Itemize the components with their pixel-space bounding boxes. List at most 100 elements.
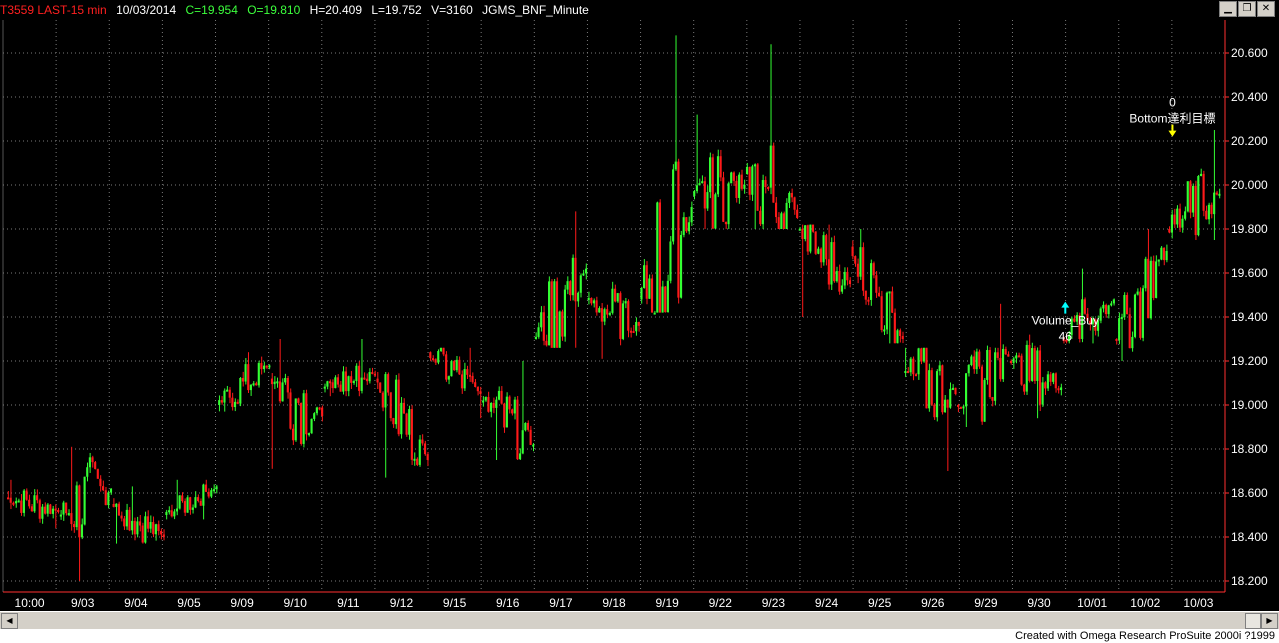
price-bar-body	[1213, 192, 1216, 215]
x-tick-label: 9/19	[655, 596, 679, 610]
price-bar-body	[123, 518, 126, 527]
price-bar-body	[598, 308, 601, 313]
price-bar-body	[476, 386, 479, 392]
price-bar-body	[379, 382, 382, 393]
price-bar-body	[1207, 204, 1210, 220]
price-bar-body	[577, 292, 580, 302]
x-tick-label: 9/09	[230, 596, 254, 610]
price-bar-body	[1139, 291, 1142, 338]
price-bar-body	[611, 288, 614, 313]
chart-header: T3559 LAST-15 min 10/03/2014 C=19.954 O=…	[0, 0, 1226, 20]
price-bar-body	[526, 422, 530, 430]
price-bar-body	[872, 263, 875, 276]
strategy-name: JGMS_BNF_Minute	[482, 3, 589, 17]
price-bar-body	[550, 281, 553, 348]
price-bar-body	[373, 373, 376, 376]
price-bar-body	[814, 231, 817, 254]
price-bar-body	[991, 397, 994, 401]
price-bar-body	[503, 403, 506, 428]
price-bar-body	[294, 398, 297, 441]
price-bar-body	[988, 350, 991, 398]
price-bar-body	[236, 401, 239, 404]
price-bar-body	[534, 336, 537, 339]
price-bar-body	[1033, 348, 1036, 381]
price-bar-body	[405, 413, 408, 435]
price-bar-body	[917, 348, 920, 375]
y-tick-label: 19.000	[1231, 398, 1268, 412]
price-bar-body	[938, 365, 941, 372]
price-bar-body	[949, 388, 952, 408]
price-bar-body	[674, 161, 677, 170]
price-bar-body	[943, 399, 947, 413]
price-bar-body	[716, 156, 720, 195]
x-tick-label: 9/25	[868, 596, 892, 610]
price-bar-body	[899, 330, 902, 337]
price-bar-body	[893, 312, 896, 344]
price-bar-body	[28, 499, 31, 507]
price-bar-body	[334, 377, 337, 389]
price-bar-body	[460, 374, 464, 389]
y-tick-label: 19.600	[1231, 266, 1268, 280]
price-bar-body	[57, 510, 60, 513]
y-tick-label: 20.400	[1231, 90, 1268, 104]
price-bar-body	[1060, 387, 1063, 391]
price-bar-body	[901, 336, 904, 339]
price-bar-body	[371, 372, 374, 375]
x-tick-label: 9/16	[496, 596, 520, 610]
price-bar-body	[157, 524, 160, 532]
price-bar-body	[1170, 214, 1173, 233]
price-bar-body	[1009, 361, 1013, 363]
close-button[interactable]: ✕	[1257, 1, 1275, 17]
price-bar-body	[421, 439, 424, 444]
price-bar-body	[914, 374, 917, 377]
price-bar-body	[579, 275, 582, 293]
price-bar-body	[1157, 259, 1160, 262]
price-bar-body	[46, 504, 49, 514]
price-bar-body	[1046, 374, 1049, 389]
y-tick-label: 18.800	[1231, 442, 1268, 456]
price-bar-body	[495, 399, 498, 408]
price-bar-body	[885, 292, 888, 330]
price-bar-body	[505, 396, 508, 428]
price-bar-body	[144, 516, 147, 543]
price-bar-body	[247, 364, 250, 391]
price-bar-body	[1194, 185, 1197, 236]
price-bar-body	[500, 390, 503, 404]
price-bar-body	[429, 352, 432, 359]
price-bar-body	[154, 524, 157, 535]
horizontal-scrollbar[interactable]: ◀ ▶	[0, 611, 1279, 629]
price-bar-body	[811, 224, 815, 232]
price-bar-body	[218, 400, 221, 405]
minimize-button[interactable]: ▁	[1219, 1, 1237, 17]
price-bar-body	[648, 278, 651, 299]
price-bar-body	[160, 531, 163, 535]
price-bar-body	[1160, 247, 1163, 260]
price-bar-body	[315, 407, 318, 414]
scroll-thumb[interactable]	[1245, 613, 1261, 629]
price-bar-body	[22, 490, 25, 513]
x-tick-label: 9/10	[284, 596, 308, 610]
price-bar-body	[1057, 388, 1060, 391]
price-bar-body	[387, 374, 390, 393]
restore-button[interactable]: ❐	[1238, 1, 1256, 17]
price-bar-body	[740, 174, 743, 189]
price-bar-body	[595, 300, 598, 313]
price-bar-body	[780, 213, 783, 229]
signal-value: 46	[1059, 330, 1073, 344]
price-bar-body	[975, 351, 978, 370]
scroll-left-icon[interactable]: ◀	[1, 613, 18, 629]
price-bar-body	[497, 390, 501, 400]
price-bar-body	[78, 485, 81, 538]
scroll-right-icon[interactable]: ▶	[1261, 613, 1278, 629]
price-bar-body	[516, 399, 519, 460]
price-bar-body	[260, 363, 263, 370]
price-bar-body	[994, 352, 997, 401]
price-bar-body	[268, 365, 271, 368]
price-bar-body	[289, 392, 292, 429]
price-bar-body	[244, 364, 247, 382]
price-bar-body	[384, 374, 387, 408]
price-bar-body	[1168, 229, 1171, 233]
price-bar-body	[1144, 258, 1147, 289]
price-bar-body	[1083, 299, 1086, 314]
price-bar-body	[1107, 305, 1110, 315]
